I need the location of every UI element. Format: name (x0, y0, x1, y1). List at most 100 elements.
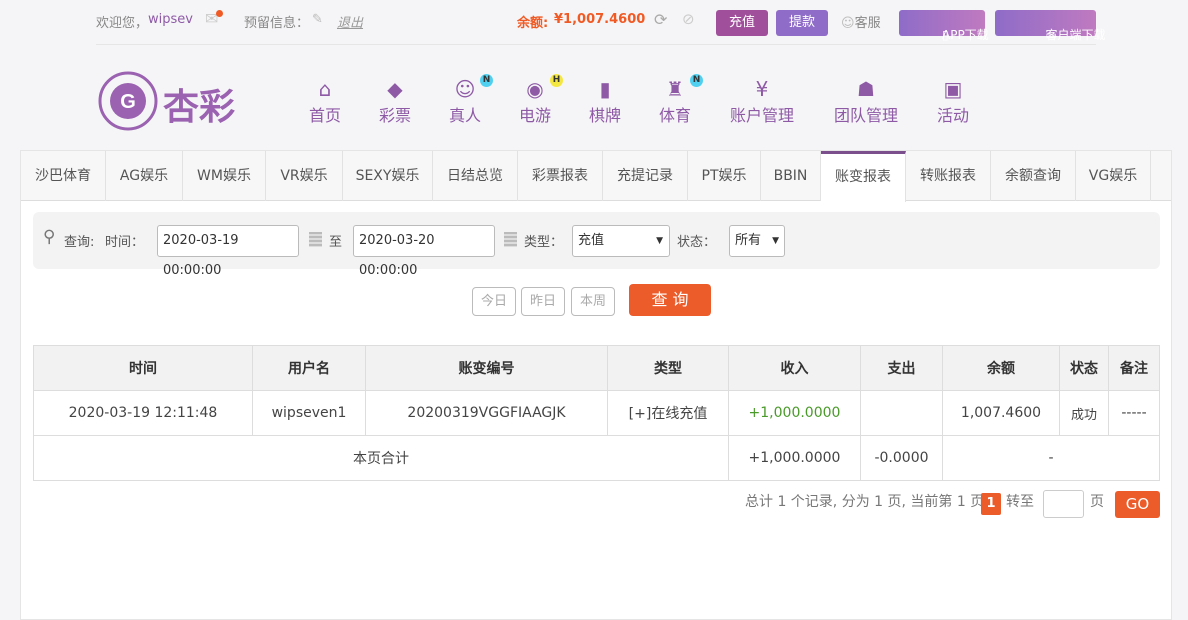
hide-balance-icon[interactable]: ⊘ (682, 10, 695, 28)
table-total-row: 本页合计 +1,000.0000 -0.0000 - (33, 435, 1160, 481)
yesterday-button[interactable]: 昨日 (521, 287, 565, 316)
nav-live[interactable]: ☺ N 真人 (448, 74, 494, 126)
table-header-row: 时间 用户名 账变编号 类型 收入 支出 余额 状态 备注 (33, 345, 1160, 391)
column-header: 类型 (607, 345, 729, 391)
app-download-button[interactable]: ▯ APP下载 (899, 10, 989, 42)
nav-label: 彩票 (378, 106, 412, 125)
welcome-text: 欢迎您， (96, 16, 149, 31)
app-download-label: APP下载 (942, 28, 989, 42)
nav-label: 棋牌 (588, 106, 622, 125)
goto-label: 转至 (1006, 494, 1034, 510)
nav-account[interactable]: ¥ 账户管理 (730, 76, 794, 126)
column-header: 备注 (1108, 345, 1160, 391)
nav-label: 首页 (308, 106, 342, 125)
tab-sexy[interactable]: SEXY娱乐 (343, 151, 433, 201)
username[interactable]: wipsev (148, 12, 193, 27)
tab-vg[interactable]: VG娱乐 (1076, 151, 1151, 201)
chevron-down-icon: ▼ (656, 236, 663, 246)
home-icon: ⌂ (318, 77, 332, 101)
cell-time: 2020-03-19 12:11:48 (33, 390, 253, 436)
tab-ag[interactable]: AG娱乐 (106, 151, 183, 201)
new-badge: N (690, 74, 704, 87)
status-select[interactable]: 所有 ▼ (729, 225, 785, 257)
tab-pt[interactable]: PT娱乐 (688, 151, 761, 201)
column-header: 支出 (860, 345, 943, 391)
nav-egame[interactable]: ◉ H 电游 (519, 74, 564, 126)
mail-icon[interactable]: ✉ (205, 9, 224, 28)
dealer-icon: ☺ N (449, 74, 494, 102)
reserved-info-label: 预留信息： (244, 16, 310, 31)
gift-icon: ▣ (943, 77, 963, 101)
column-header: 余额 (942, 345, 1060, 391)
tab-vr[interactable]: VR娱乐 (266, 151, 343, 201)
search-button[interactable]: 查 询 (629, 284, 711, 316)
today-button[interactable]: 今日 (472, 287, 516, 316)
start-time-input[interactable]: 2020-03-19 00:00:00 (157, 225, 299, 278)
nav-cards[interactable]: ▮ 棋牌 (589, 76, 621, 126)
tab-transfer-report[interactable]: 转账报表 (906, 151, 991, 201)
nav-label: 真人 (448, 106, 482, 125)
tab-saba[interactable]: 沙巴体育 (21, 151, 106, 201)
cell-income: +1,000.0000 (728, 390, 861, 436)
this-week-button[interactable]: 本周 (571, 287, 615, 316)
cell-expense (860, 390, 943, 436)
type-select[interactable]: 充值 ▼ (572, 225, 670, 257)
column-header: 账变编号 (365, 345, 608, 391)
tab-wm[interactable]: WM娱乐 (183, 151, 266, 201)
nav-promotions[interactable]: ▣ 活动 (937, 76, 969, 126)
hot-badge: H (550, 74, 564, 87)
total-label: 本页合计 (33, 435, 729, 481)
nav-label: 账户管理 (729, 106, 795, 125)
column-header: 收入 (728, 345, 861, 391)
calendar-icon[interactable] (309, 232, 322, 247)
new-badge: N (480, 74, 494, 87)
total-expense: -0.0000 (860, 435, 943, 481)
logout-link[interactable]: 退出 (337, 12, 363, 31)
search-icon: ⚲ (43, 227, 56, 247)
ticket-icon: ◆ (387, 77, 403, 101)
top-bar: 欢迎您， wipsev ✉ 预留信息： ✎ 退出 余额: ¥1,007.4600… (96, 0, 1106, 45)
tab-account-change-report[interactable]: 账变报表 (821, 151, 906, 202)
tab-daily-summary[interactable]: 日结总览 (433, 151, 518, 201)
balance-value: ¥1,007.4600 (554, 12, 646, 27)
tab-deposit-withdraw[interactable]: 充提记录 (603, 151, 688, 201)
cell-change-id: 20200319VGGFIAAGJK (365, 390, 608, 436)
nav-team[interactable]: ☗ 团队管理 (834, 76, 898, 126)
nav-label: 活动 (936, 106, 970, 125)
cell-status: 成功 (1059, 390, 1109, 436)
main-nav: ⌂ 首页 ◆ 彩票 ☺ N 真人 ◉ H 电游 ▮ 棋牌 ♜ N 体育 ¥ 账户管理 ☗ 团队管理 ▣… (0, 74, 1188, 136)
service-link[interactable]: ☺客服 (841, 12, 881, 31)
column-header: 状态 (1059, 345, 1109, 391)
tab-bbin[interactable]: BBIN (761, 151, 821, 201)
status-selected-value: 所有 (735, 233, 762, 248)
tab-lottery-report[interactable]: 彩票报表 (518, 151, 603, 201)
total-income: +1,000.0000 (728, 435, 861, 481)
client-download-label: 客户端下载 (1045, 28, 1106, 42)
go-button[interactable]: GO (1115, 491, 1160, 518)
cell-username: wipseven1 (252, 390, 366, 436)
tab-balance-query[interactable]: 余额查询 (991, 151, 1076, 201)
service-icon: ☺ (841, 16, 855, 31)
table-row: 2020-03-19 12:11:48 wipseven1 20200319VG… (33, 390, 1160, 436)
calendar-icon[interactable] (504, 232, 517, 247)
service-label: 客服 (854, 16, 881, 31)
cell-remark: ----- (1108, 390, 1160, 436)
total-balance: - (942, 435, 1160, 481)
report-panel: 沙巴体育 AG娱乐 WM娱乐 VR娱乐 SEXY娱乐 日结总览 彩票报表 充提记… (20, 150, 1172, 620)
current-page[interactable]: 1 (981, 493, 1001, 515)
client-download-button[interactable]: ▭ 客户端下载 (995, 10, 1106, 42)
cell-type: [+]在线充值 (607, 390, 729, 436)
page-number-input[interactable] (1043, 490, 1084, 518)
trophy-icon: ♜ N (659, 74, 704, 102)
nav-home[interactable]: ⌂ 首页 (309, 76, 341, 126)
nav-lottery[interactable]: ◆ 彩票 (379, 76, 411, 126)
deposit-button[interactable]: 充值 (716, 10, 768, 36)
refresh-icon[interactable]: ⟳ (654, 10, 667, 29)
edit-icon[interactable]: ✎ (312, 12, 323, 27)
balance-label: 余额: (517, 16, 549, 31)
withdraw-button[interactable]: 提款 (776, 10, 828, 36)
yen-coin-icon: ¥ (755, 77, 769, 101)
query-bar: ⚲ 查询: 时间： 2020-03-19 00:00:00 至 2020-03-… (33, 212, 1160, 278)
end-time-input[interactable]: 2020-03-20 00:00:00 (353, 225, 495, 278)
nav-sports[interactable]: ♜ N 体育 (659, 74, 704, 126)
